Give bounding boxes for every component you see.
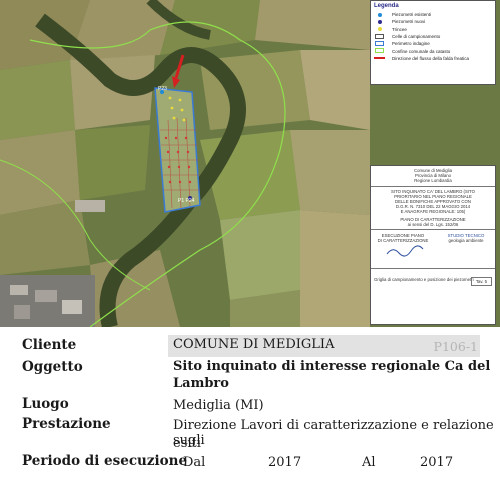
legend-item: Perimetro indagine [374, 40, 492, 47]
prestazione-value-line2: esiti [173, 436, 201, 451]
tb-municipality: Comune di Mediglia Provincia di Milano R… [371, 166, 495, 187]
legend-box-icon [374, 40, 386, 47]
tb-site: SITO INQUINATO CA' DEL LAMBRO (SITO PRIO… [371, 187, 495, 231]
legend-item: Trincee [374, 26, 492, 33]
legend-item: Celle di campionamento [374, 33, 492, 40]
legend-item-label: Direzione del flusso della falda freatic… [392, 55, 470, 61]
tb-footer: Griglia di campionamento e posizione dei… [371, 269, 495, 291]
piezometer-label-1: P23 [158, 86, 167, 92]
legend-item-label: Trincee [392, 26, 407, 32]
legend-item-label: Piezometri esistenti [392, 12, 432, 18]
signature-stamp [386, 245, 424, 257]
luogo-label: Luogo [22, 396, 69, 412]
legend-item-label: Confine comunale da catasto [392, 48, 451, 54]
legend-item: Piezometri esistenti [374, 11, 492, 18]
cliente-value: COMUNE DI MEDIGLIA [173, 337, 335, 352]
cliente-label: Cliente [22, 337, 77, 353]
prestazione-label: Prestazione [22, 416, 111, 432]
legend-dot-icon [374, 12, 386, 18]
periodo-label: Periodo di esecuzione [22, 453, 188, 469]
legend-dot-icon [374, 26, 386, 32]
tb-right-block: STUDIO TECNICO geologia ambiente [447, 233, 485, 244]
oggetto-value-line1: Sito inquinato di interesse regionale Ca… [173, 359, 491, 374]
map-area: P23 P1 P24 Legenda Piezometri esistenti P… [0, 0, 500, 327]
prestazione-value-line1: Direzione Lavori di caratterizzazione e … [173, 418, 494, 448]
legend-box-icon [374, 33, 386, 40]
map-legend: Legenda Piezometri esistenti Piezometri n… [370, 0, 496, 85]
tb-mid: ESECUZIONE PIANO DI CARATTERIZZAZIONE ST… [371, 230, 495, 270]
oggetto-value-line2: Lambro [173, 376, 229, 391]
tb-table-label: Tav. 5 [470, 277, 492, 287]
legend-item-label: Celle di campionamento [392, 34, 441, 40]
legend-dot-icon [374, 19, 386, 25]
tb-footer-text: Griglia di campionamento e posizione dei… [374, 277, 474, 283]
legend-title: Legenda [374, 3, 399, 9]
legend-item: Piezometri nuovi [374, 18, 492, 25]
legend-item: Confine comunale da catasto [374, 47, 492, 54]
legend-arrow-icon [374, 55, 386, 61]
periodo-al: Al [362, 455, 376, 470]
luogo-value: Mediglia (MI) [173, 398, 264, 413]
project-code: P106-1 [433, 339, 478, 354]
title-block: Comune di Mediglia Provincia di Milano R… [370, 165, 496, 325]
periodo-dal: Dal [183, 455, 206, 470]
piezometer-label-2: P1 P24 [178, 198, 195, 204]
tb-left-block: ESECUZIONE PIANO DI CARATTERIZZAZIONE [377, 233, 429, 244]
legend-item: Direzione del flusso della falda freatic… [374, 55, 492, 62]
periodo-start: 2017 [268, 455, 302, 470]
legend-box-icon [374, 48, 386, 54]
periodo-end: 2017 [420, 455, 454, 470]
legend-item-label: Piezometri nuovi [392, 19, 426, 25]
oggetto-label: Oggetto [22, 359, 83, 375]
legend-item-label: Perimetro indagine [392, 41, 430, 47]
